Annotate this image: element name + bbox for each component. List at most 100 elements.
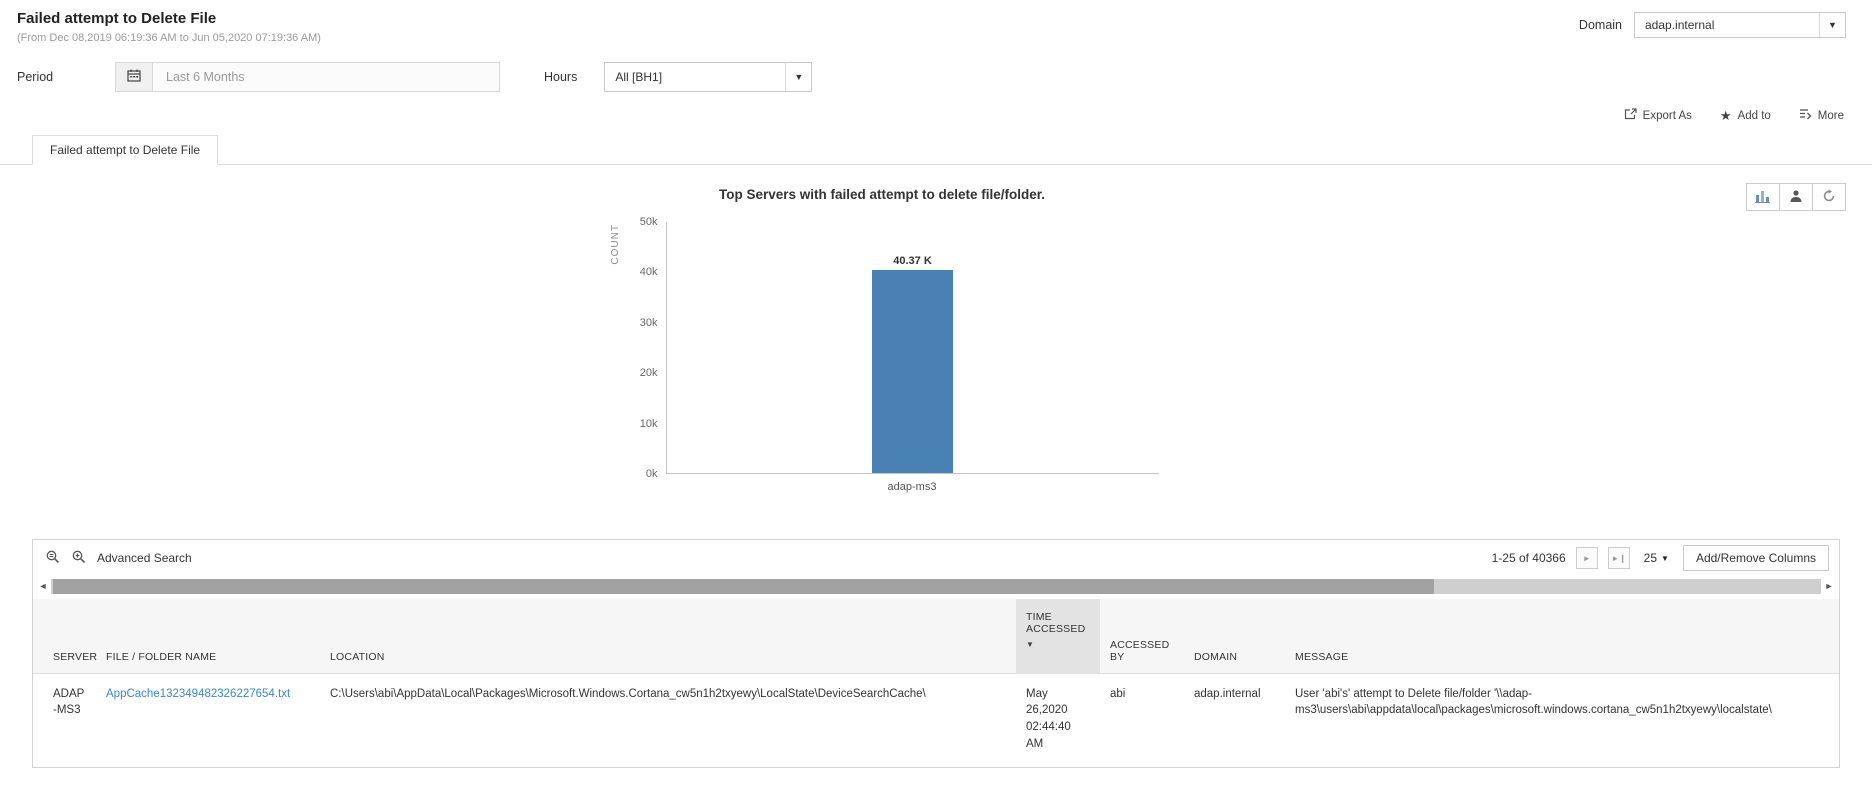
period-input[interactable]: Last 6 Months: [153, 63, 499, 91]
y-axis-label: COUNT: [610, 224, 621, 265]
results-table: SERVER FILE / FOLDER NAME LOCATION TIME …: [33, 599, 1839, 767]
refresh-icon: [1822, 189, 1836, 206]
cell-file-folder-name: AppCache132349482326227654.txt: [96, 673, 320, 767]
chart-area: COUNT 50k 40k 30k 20k 10k 0k 40.37 K adap-ms3: [606, 216, 1159, 493]
star-icon: ★: [1719, 108, 1732, 123]
column-header-message[interactable]: MESSAGE: [1285, 599, 1839, 674]
results-card: Advanced Search 1-25 of 40366 ► ►❙ 25 ▼ …: [32, 539, 1840, 768]
cell-message: User 'abi's' attempt to Delete file/fold…: [1295, 687, 1772, 717]
table-row: ADAP-MS3 AppCache132349482326227654.txt …: [33, 673, 1839, 767]
toolbar-right: 1-25 of 40366 ► ►❙ 25 ▼ Add/Remove Colum…: [1492, 545, 1829, 571]
chevron-down-icon[interactable]: ▼: [785, 63, 811, 91]
last-page-icon: ►❙: [1611, 553, 1626, 563]
domain-select[interactable]: adap.internal ▼: [1634, 12, 1846, 38]
chart-xlabels: adap-ms3: [666, 481, 1159, 493]
scroll-left-icon[interactable]: ◄: [35, 578, 51, 595]
page-size-value: 25: [1643, 551, 1658, 565]
y-tick: 20k: [639, 367, 658, 380]
domain-select-value: adap.internal: [1645, 18, 1715, 32]
calendar-icon: [127, 69, 141, 85]
next-page-icon: ►: [1582, 553, 1591, 563]
results-table-head: SERVER FILE / FOLDER NAME LOCATION TIME …: [33, 599, 1839, 674]
export-as-button[interactable]: Export As: [1624, 108, 1692, 123]
scrollbar-track[interactable]: [51, 579, 1821, 594]
action-row: Export As ★ Add to More: [0, 108, 1844, 123]
column-header-time-accessed[interactable]: TIME ACCESSED ▼: [1016, 599, 1100, 674]
column-header-domain[interactable]: DOMAIN: [1184, 599, 1285, 674]
hours-label: Hours: [544, 70, 578, 84]
bar-adap-ms3[interactable]: [872, 270, 953, 473]
user-based-report-button[interactable]: [1779, 183, 1813, 211]
page-title: Failed attempt to Delete File: [17, 10, 217, 27]
chevron-down-icon: ▼: [1661, 553, 1669, 563]
page-size-select[interactable]: 25 ▼: [1644, 551, 1669, 565]
bar-chart: Top Servers with failed attempt to delet…: [606, 187, 1159, 493]
cell-time-accessed: May 26,2020 02:44:40 AM: [1026, 687, 1071, 750]
y-tick: 40k: [639, 266, 658, 279]
calendar-button[interactable]: [116, 63, 153, 91]
more-list-icon: [1799, 108, 1812, 123]
chart-title: Top Servers with failed attempt to delet…: [718, 187, 1046, 202]
cell-domain: adap.internal: [1194, 687, 1261, 700]
chart-yticks: 50k 40k 30k 20k 10k 0k: [626, 216, 666, 480]
column-header-server[interactable]: SERVER: [33, 599, 97, 674]
y-tick: 10k: [639, 417, 658, 430]
cell-accessed-by: abi: [1110, 687, 1126, 700]
refresh-button[interactable]: [1812, 183, 1846, 211]
column-header-file-folder-name[interactable]: FILE / FOLDER NAME: [96, 599, 320, 674]
file-link[interactable]: AppCache132349482326227654.txt: [106, 688, 290, 700]
column-search-button[interactable]: [45, 549, 61, 567]
report-date-range: (From Dec 08,2019 06:19:36 AM to Jun 05,…: [17, 32, 321, 44]
results-table-body: ADAP-MS3 AppCache132349482326227654.txt …: [33, 673, 1839, 767]
title-block: Failed attempt to Delete File (From Dec …: [17, 10, 321, 44]
table-toolbar: Advanced Search 1-25 of 40366 ► ►❙ 25 ▼ …: [33, 540, 1839, 576]
last-page-button[interactable]: ►❙: [1607, 547, 1630, 569]
bar-value-label: 40.37 K: [893, 255, 932, 268]
horizontal-scrollbar[interactable]: ◄ ►: [35, 578, 1837, 595]
tab-failed-attempt-to-delete-file[interactable]: Failed attempt to Delete File: [32, 135, 219, 165]
column-header-location[interactable]: LOCATION: [320, 599, 1016, 674]
tab-bar: Failed attempt to Delete File: [0, 135, 1872, 165]
chart-type-button[interactable]: [1746, 183, 1780, 211]
domain-block: Domain adap.internal ▼: [1579, 12, 1846, 38]
period-label: Period: [17, 70, 54, 84]
add-remove-columns-button[interactable]: Add/Remove Columns: [1682, 545, 1829, 571]
chart-tools: [1746, 183, 1846, 211]
filter-row: Period Last 6 Months Hours All [BH1] ▼: [17, 62, 1872, 92]
scrollbar-thumb[interactable]: [53, 579, 1434, 594]
scroll-right-icon[interactable]: ►: [1821, 578, 1837, 595]
more-button[interactable]: More: [1799, 108, 1844, 123]
toolbar-left: Advanced Search: [45, 549, 192, 567]
pagination-range: 1-25 of 40366: [1491, 551, 1566, 565]
y-tick: 30k: [639, 316, 658, 329]
hours-select[interactable]: All [BH1] ▼: [604, 62, 813, 92]
chart-panel: Top Servers with failed attempt to delet…: [0, 165, 1872, 513]
add-to-label: Add to: [1737, 109, 1771, 122]
cell-server: ADAP-MS3: [53, 687, 85, 717]
bar-chart-icon: [1755, 189, 1771, 206]
advanced-search-icon: [71, 549, 87, 567]
sort-desc-icon[interactable]: ▼: [1026, 640, 1090, 649]
more-label: More: [1817, 109, 1844, 122]
y-axis-label-col: COUNT: [606, 222, 626, 474]
y-tick: 50k: [639, 216, 658, 228]
column-search-icon: [45, 549, 61, 567]
column-header-accessed-by[interactable]: ACCESSED BY: [1100, 599, 1184, 674]
report-header: Failed attempt to Delete File (From Dec …: [0, 0, 1872, 44]
hours-select-value: All [BH1]: [615, 70, 663, 84]
chart-plot-col: 40.37 K adap-ms3: [665, 222, 1159, 493]
user-icon: [1789, 189, 1803, 206]
column-header-time-accessed-label: TIME ACCESSED: [1026, 611, 1086, 635]
cell-location: C:\Users\abi\AppData\Local\Packages\Micr…: [330, 687, 926, 700]
add-to-button[interactable]: ★ Add to: [1720, 109, 1771, 122]
next-page-button[interactable]: ►: [1575, 547, 1598, 569]
chart-plot: 40.37 K: [665, 222, 1159, 474]
chevron-down-icon[interactable]: ▼: [1819, 13, 1845, 37]
bar-group-adap-ms3: 40.37 K: [863, 222, 963, 473]
domain-label: Domain: [1578, 18, 1622, 32]
period-control[interactable]: Last 6 Months: [115, 62, 500, 92]
advanced-search-button[interactable]: [71, 549, 87, 567]
advanced-search-label[interactable]: Advanced Search: [97, 551, 192, 565]
y-tick: 0k: [645, 468, 658, 480]
export-as-label: Export As: [1642, 109, 1692, 122]
